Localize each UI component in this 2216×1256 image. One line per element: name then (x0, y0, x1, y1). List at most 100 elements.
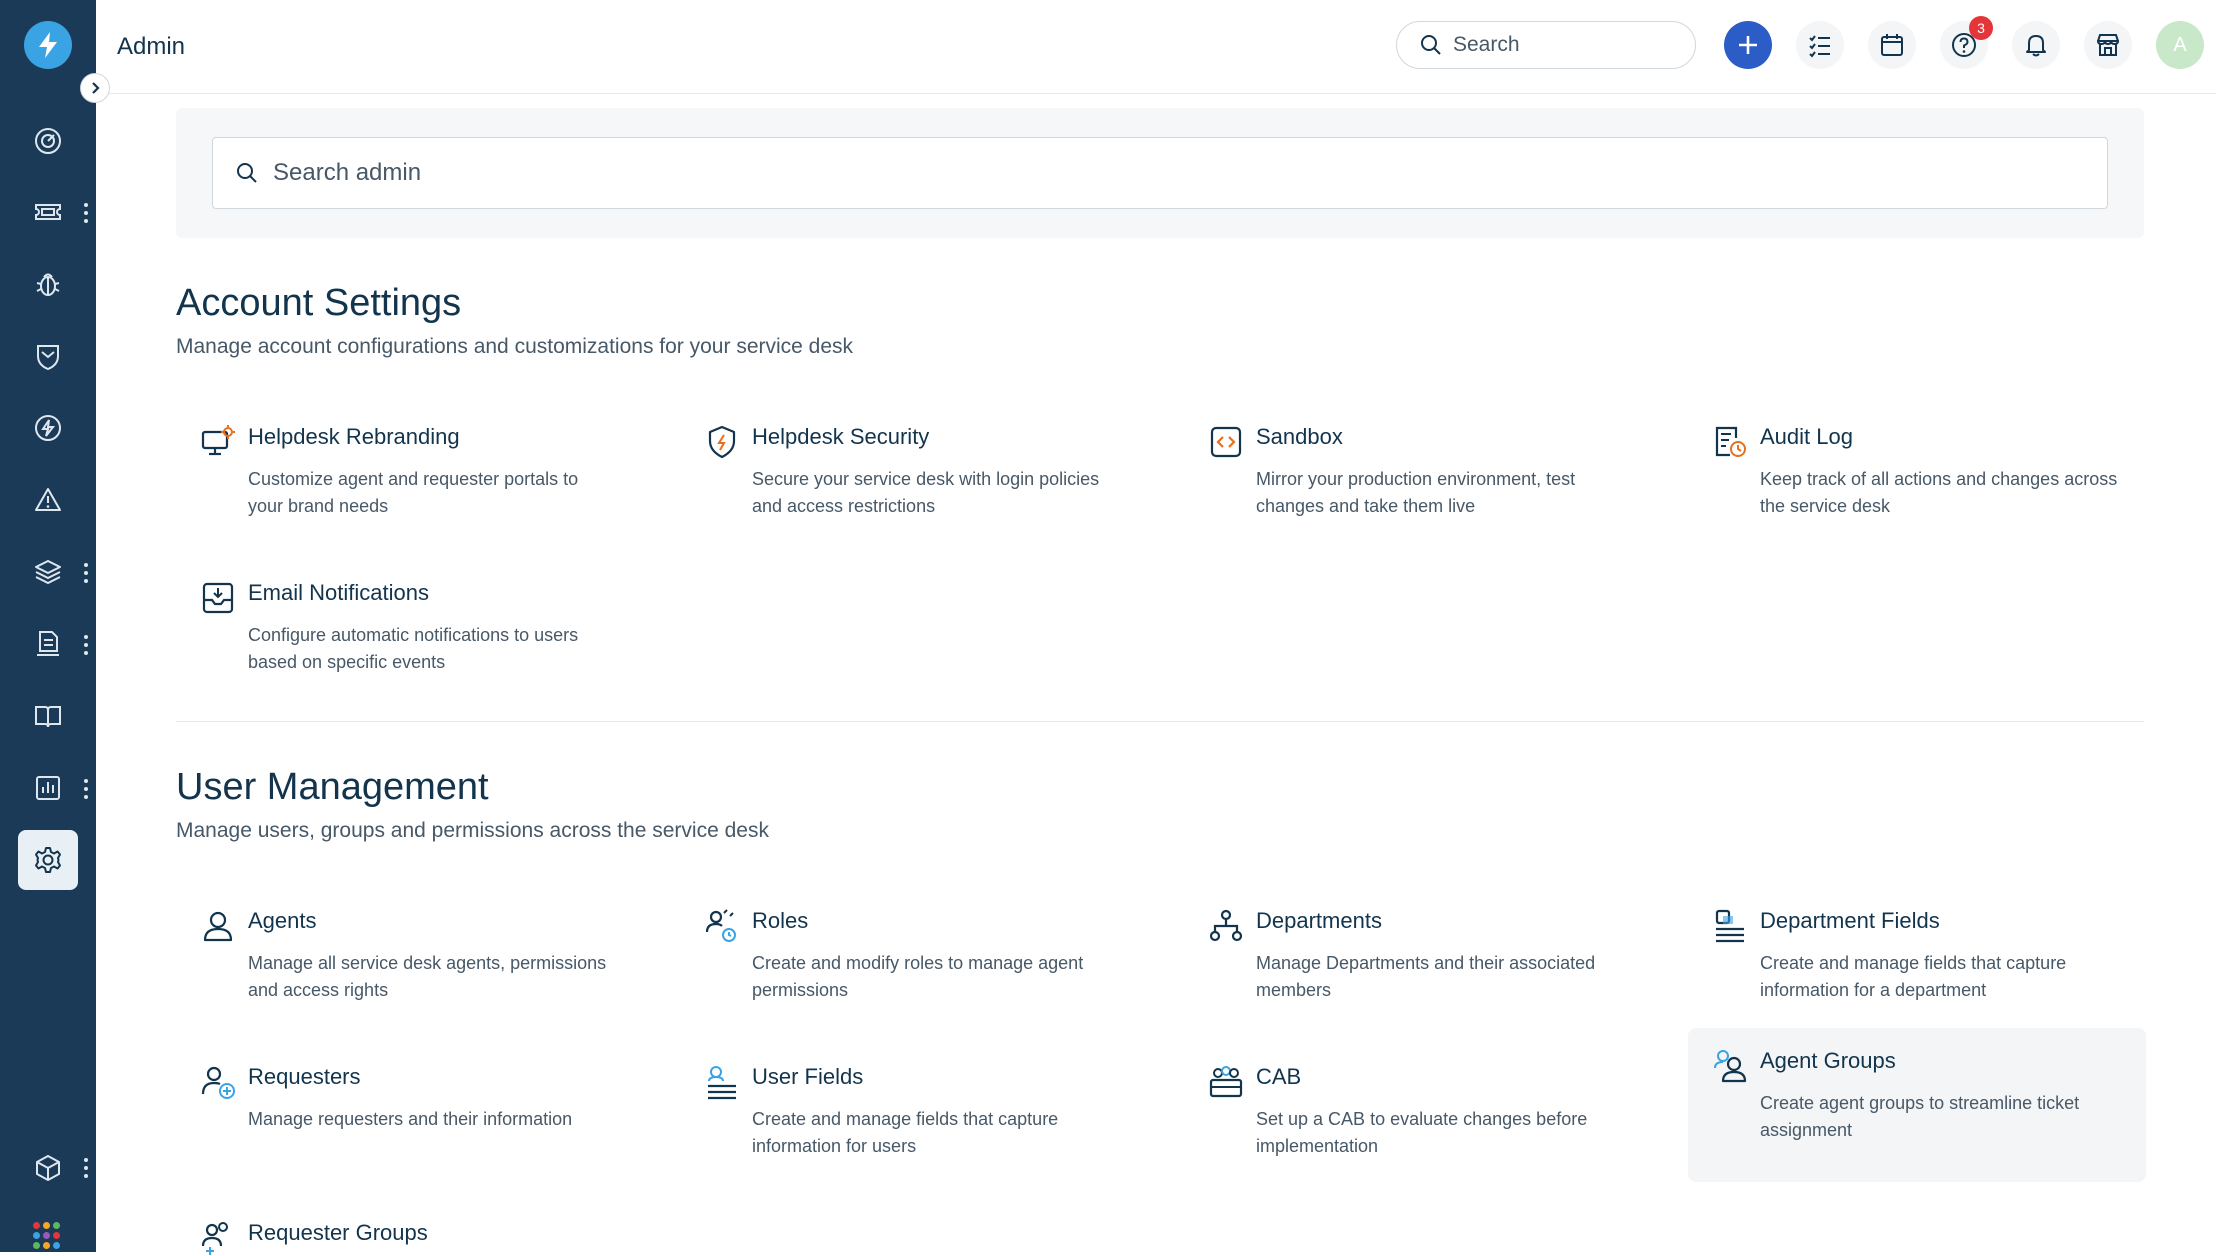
sidebar-item-solutions[interactable] (18, 686, 78, 746)
card-title: Audit Log (1760, 424, 1853, 449)
card-title: Departments (1256, 908, 1382, 933)
app-logo[interactable] (24, 21, 72, 69)
card-email-notifications[interactable]: Email Notifications Configure automatic … (176, 560, 634, 714)
card-description: Manage Departments and their associated … (1256, 953, 1596, 1000)
card-title: Requesters (248, 1064, 361, 1089)
book-icon (35, 706, 61, 728)
sidebar-item-changes[interactable] (18, 326, 78, 386)
card-title: Email Notifications (248, 580, 429, 605)
global-search-input[interactable]: Search (1396, 21, 1696, 69)
card-roles[interactable]: Roles Create and modify roles to manage … (680, 888, 1138, 1042)
card-agent-groups[interactable]: Agent Groups Create agent groups to stre… (1688, 1028, 2146, 1182)
store-icon (2096, 34, 2120, 56)
card-description: Mirror your production environment, test… (1256, 469, 1576, 516)
gear-icon (35, 847, 61, 873)
sandbox-icon (1210, 426, 1242, 458)
card-description: Manage requesters and their information (248, 1109, 573, 1129)
analytics-icon (36, 776, 60, 800)
section-description: Manage account configurations and custom… (176, 335, 854, 358)
dashboard-icon (35, 128, 61, 154)
ticket-icon (35, 204, 61, 220)
card-description: Create and manage fields that capture in… (752, 1109, 1059, 1156)
bug-icon (36, 273, 60, 296)
card-requesters[interactable]: Requesters Manage requesters and their i… (176, 1044, 634, 1198)
top-bar: Admin Search 3 A (96, 0, 2216, 94)
sidebar-expand-button[interactable] (80, 73, 110, 103)
card-helpdesk-security[interactable]: Helpdesk Security Secure your service de… (680, 404, 1138, 558)
notifications-button[interactable] (2012, 21, 2060, 69)
apps-more-icon[interactable] (80, 1156, 92, 1180)
card-title: CAB (1256, 1064, 1302, 1089)
sidebar-item-apps[interactable] (18, 1138, 78, 1198)
sidebar-item-dashboard[interactable] (18, 111, 78, 171)
section-divider (176, 721, 2144, 722)
marketplace-button[interactable] (2084, 21, 2132, 69)
roles-icon (705, 909, 736, 942)
card-helpdesk-rebranding[interactable]: Helpdesk Rebranding Customize agent and … (176, 404, 634, 558)
card-title: Roles (752, 908, 809, 933)
bell-icon (2026, 35, 2046, 57)
page-title: Admin (117, 33, 186, 60)
card-description: Set up a CAB to evaluate changes before … (1256, 1109, 1588, 1156)
card-audit-log[interactable]: Audit Log Keep track of all actions and … (1688, 404, 2146, 558)
card-description: Create and manage fields that capture in… (1760, 953, 2067, 1000)
help-button[interactable]: 3 (1940, 16, 1993, 69)
assets-more-icon[interactable] (80, 561, 92, 585)
global-search-placeholder: Search (1453, 33, 1520, 56)
analytics-more-icon[interactable] (80, 777, 92, 801)
tickets-more-icon[interactable] (80, 201, 92, 225)
new-item-button[interactable] (1724, 21, 1772, 69)
admin-search-input[interactable]: Search admin (212, 137, 2108, 209)
department-fields-icon (1715, 909, 1744, 943)
shield-check-icon (37, 345, 59, 371)
card-title: User Fields (752, 1064, 864, 1089)
calendar-button[interactable] (1868, 21, 1916, 69)
card-description: Manage all service desk agents, permissi… (248, 953, 607, 1000)
admin-search-placeholder: Search admin (273, 159, 422, 186)
admin-content: Search admin (176, 108, 2144, 238)
card-departments[interactable]: Departments Manage Departments and their… (1184, 888, 1642, 1042)
sidebar-item-admin[interactable] (18, 830, 78, 890)
card-requester-groups[interactable]: Requester Groups (176, 1200, 634, 1255)
sidebar-item-analytics[interactable] (18, 758, 78, 818)
search-icon (1421, 35, 1441, 55)
agent-groups-icon (1714, 1050, 1747, 1083)
layers-icon (35, 560, 61, 585)
card-description: Configure automatic notifications to use… (248, 625, 579, 672)
app-switcher-icon[interactable] (33, 1222, 60, 1249)
card-title: Requester Groups (248, 1220, 428, 1245)
audit-log-icon (1715, 426, 1746, 457)
card-description: Customize agent and requester portals to… (248, 469, 579, 516)
card-user-fields[interactable]: User Fields Create and manage fields tha… (680, 1044, 1138, 1198)
contracts-more-icon[interactable] (80, 633, 92, 657)
sidebar-item-alerts[interactable] (18, 470, 78, 530)
sidebar-item-assets[interactable] (18, 542, 78, 602)
chevron-right-icon (92, 82, 100, 94)
departments-icon (1209, 909, 1243, 942)
document-icon (37, 631, 59, 656)
admin-search-panel: Search admin (176, 108, 2144, 238)
sidebar-item-problems[interactable] (18, 254, 78, 314)
card-agents[interactable]: Agents Manage all service desk agents, p… (176, 888, 634, 1042)
card-title: Helpdesk Security (752, 424, 930, 449)
card-sandbox[interactable]: Sandbox Mirror your production environme… (1184, 404, 1642, 558)
user-fields-icon (708, 1066, 736, 1100)
sidebar-item-contracts[interactable] (18, 614, 78, 674)
card-description: Create and modify roles to manage agent … (752, 953, 1084, 1000)
account-settings-header: Account Settings Manage account configur… (176, 282, 853, 359)
todo-button[interactable] (1796, 21, 1844, 69)
inbox-icon (202, 582, 234, 614)
sidebar-item-releases[interactable] (18, 398, 78, 458)
section-title: User Management (176, 766, 489, 808)
user-avatar[interactable]: A (2156, 21, 2204, 69)
card-title: Sandbox (1256, 424, 1343, 449)
warning-icon (35, 488, 61, 511)
sidebar-item-tickets[interactable] (18, 182, 78, 242)
user-management-header: User Management Manage users, groups and… (176, 766, 769, 843)
card-title: Agent Groups (1760, 1048, 1896, 1073)
card-cab[interactable]: CAB Set up a CAB to evaluate changes bef… (1184, 1044, 1642, 1198)
plus-icon (1739, 36, 1757, 54)
lightning-icon (39, 32, 57, 58)
card-title: Helpdesk Rebranding (248, 424, 460, 449)
card-department-fields[interactable]: Department Fields Create and manage fiel… (1688, 888, 2146, 1042)
